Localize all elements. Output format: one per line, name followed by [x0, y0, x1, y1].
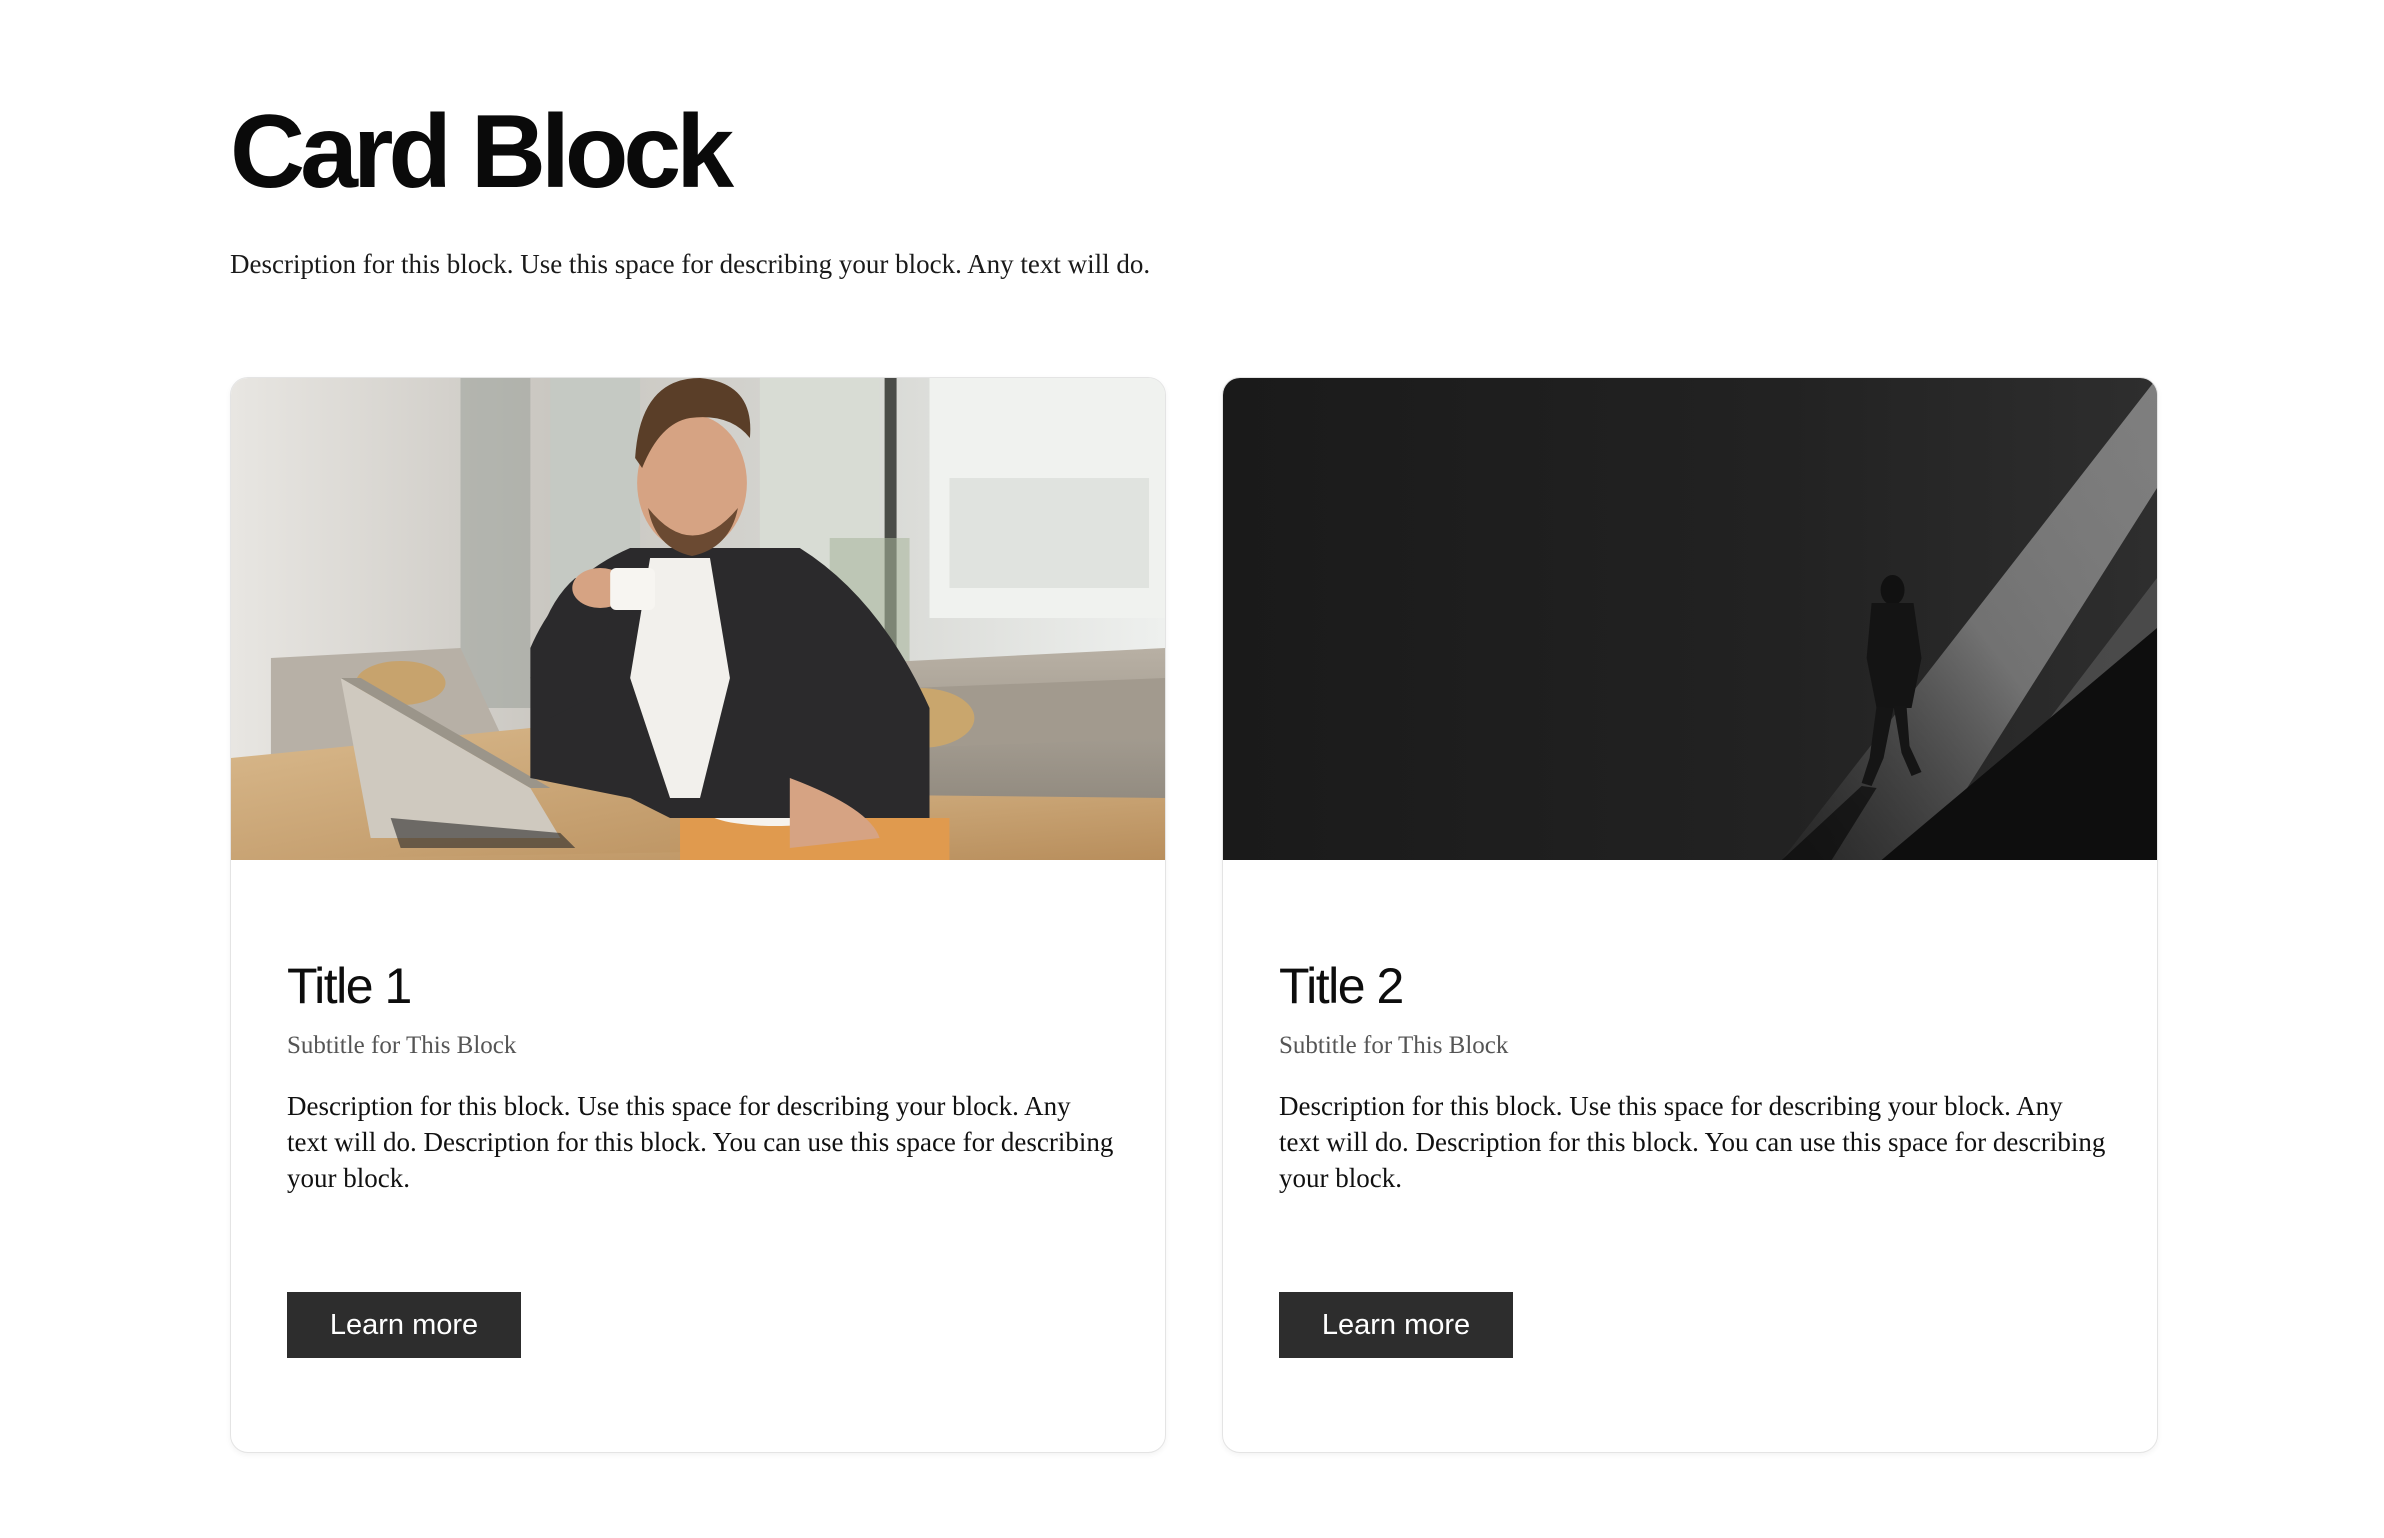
card-title: Title 2: [1279, 958, 1404, 1014]
card-1: Title 1 Subtitle for This Block Descript…: [230, 377, 1166, 1453]
block-description: Description for this block. Use this spa…: [230, 249, 1151, 279]
page-title: Card Block: [230, 94, 734, 210]
card-image-office: [231, 378, 1165, 860]
card-description: Description for this block. Use this spa…: [1279, 1091, 2106, 1193]
card-title: Title 1: [287, 958, 412, 1014]
card-subtitle: Subtitle for This Block: [287, 1032, 517, 1059]
card-body: Title 1 Subtitle for This Block Descript…: [287, 956, 1113, 1196]
learn-more-button[interactable]: Learn more: [287, 1292, 521, 1358]
card-subtitle: Subtitle for This Block: [1279, 1032, 1509, 1059]
learn-more-button[interactable]: Learn more: [1279, 1292, 1513, 1358]
card-image-walker: [1223, 378, 2157, 860]
block-header: Card Block Description for this block. U…: [230, 92, 2190, 284]
card-description: Description for this block. Use this spa…: [287, 1091, 1114, 1193]
card-2: Title 2 Subtitle for This Block Descript…: [1222, 377, 2158, 1453]
card-body: Title 2 Subtitle for This Block Descript…: [1279, 956, 2105, 1196]
